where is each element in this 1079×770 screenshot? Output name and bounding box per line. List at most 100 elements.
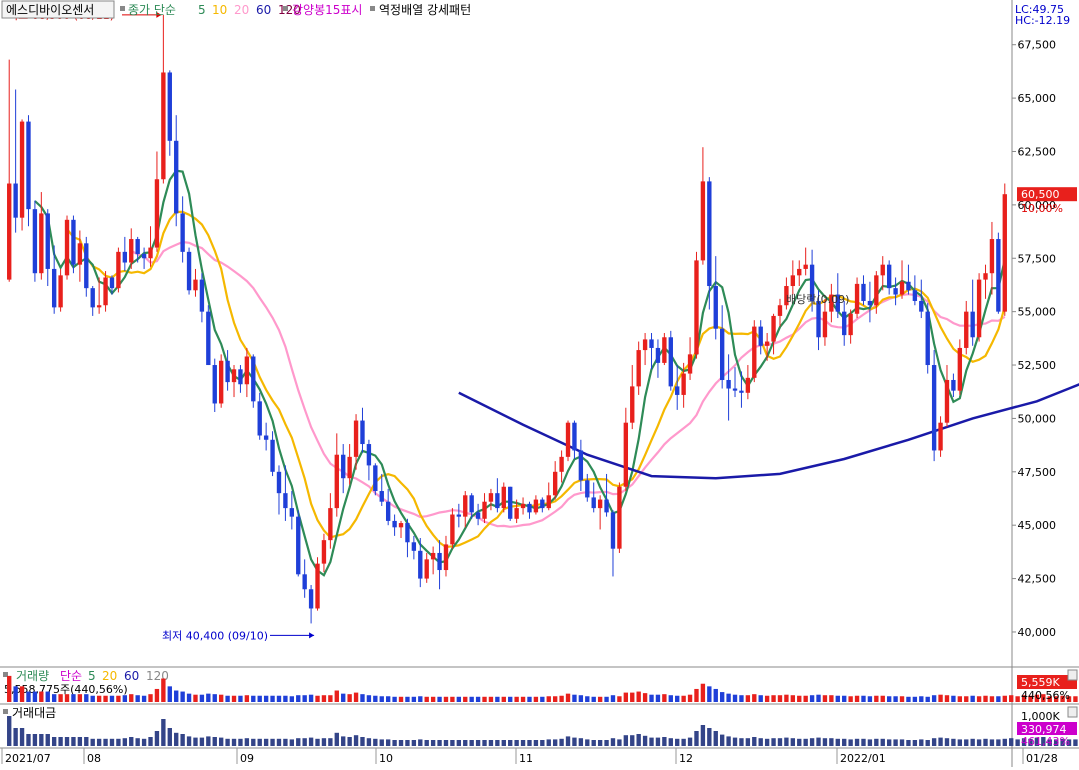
- price-tick-label: 52,500: [1018, 359, 1057, 372]
- candle-body: [71, 219, 76, 265]
- candle-body: [630, 386, 635, 423]
- amount-bar: [39, 734, 44, 746]
- volume-bar: [700, 683, 706, 702]
- volume-bar: [835, 695, 840, 702]
- volume-bar: [777, 695, 783, 702]
- volume-bar: [392, 696, 397, 702]
- volume-bar: [321, 695, 327, 702]
- amount-bar: [437, 740, 442, 746]
- candle-body: [726, 379, 731, 389]
- volume-bar: [983, 695, 988, 702]
- candle-body: [572, 422, 577, 451]
- candle-body: [533, 499, 539, 513]
- amount-panel-toggle[interactable]: [1067, 706, 1078, 718]
- amount-bar: [604, 740, 609, 746]
- volume-bar: [797, 695, 802, 702]
- volume-bar: [662, 694, 667, 702]
- candle-body: [385, 501, 391, 521]
- candle-body: [668, 337, 673, 387]
- amount-bar: [488, 740, 494, 746]
- amount-bar: [938, 737, 943, 746]
- volume-bar: [951, 695, 956, 702]
- volume-bar: [726, 693, 731, 702]
- chart-svg: 67,50065,00062,50060,00057,50055,00052,5…: [0, 0, 1079, 767]
- amount-bar: [109, 738, 115, 746]
- volume-bar: [289, 696, 295, 702]
- volume-bar: [764, 695, 770, 702]
- volume-bar: [186, 693, 192, 702]
- amount-bar: [899, 739, 905, 746]
- volume-bar: [919, 696, 924, 702]
- amount-bar: [559, 738, 564, 746]
- volume-bar: [912, 696, 918, 702]
- volume-bar: [784, 694, 789, 702]
- amount-bar: [707, 728, 712, 746]
- amount-bar: [610, 738, 616, 746]
- volume-bar: [379, 696, 384, 702]
- stock-chart: 67,500 65,000 62,500 60,000 57,500 55,000 52,5…: [0, 0, 1079, 767]
- amount-bar: [174, 732, 179, 746]
- volume-bar: [989, 696, 995, 702]
- amount-bar: [167, 728, 172, 746]
- candle-body: [694, 260, 699, 355]
- candle-body: [610, 512, 616, 549]
- candle-body: [707, 181, 712, 287]
- low-annotation: 최저 40,400 (09/10): [162, 629, 268, 642]
- amount-bar: [373, 738, 378, 746]
- amount-bar: [495, 740, 500, 746]
- volume-bar: [508, 696, 513, 702]
- amount-bar: [13, 728, 18, 746]
- volume-bar: [964, 696, 969, 702]
- amount-bar: [276, 738, 282, 746]
- amount-bar: [398, 740, 404, 746]
- candle-body: [520, 503, 526, 509]
- candle-body: [732, 388, 738, 391]
- volume-bar: [347, 694, 352, 702]
- ma-period-label: 60: [256, 3, 271, 17]
- candle-body: [302, 574, 307, 590]
- candle-body: [867, 300, 873, 306]
- amount-bar: [630, 735, 635, 746]
- price-tick-label: 55,000: [1018, 306, 1057, 319]
- volume-bar: [373, 695, 378, 702]
- price-tick-label: 65,000: [1018, 92, 1057, 105]
- volume-bar: [976, 696, 982, 702]
- candle-body: [899, 281, 905, 295]
- price-ma-label: 종가 단순: [128, 3, 176, 17]
- candle-body: [912, 290, 918, 301]
- amount-bar: [726, 736, 731, 746]
- candle-body: [45, 213, 50, 269]
- volume-bar: [283, 695, 288, 702]
- amount-bar: [263, 738, 269, 746]
- candle-body: [276, 471, 282, 494]
- amount-bar: [758, 738, 763, 746]
- volume-bar: [475, 696, 481, 702]
- volume-bar: [540, 696, 545, 702]
- candle-body: [906, 281, 911, 291]
- candle-body: [64, 219, 70, 276]
- amount-bar: [816, 737, 821, 746]
- candle-body: [1002, 194, 1007, 312]
- volume-bar: [552, 696, 558, 702]
- volume-bar: [77, 694, 83, 702]
- price-tick-label: 57,500: [1018, 252, 1057, 265]
- volume-panel-toggle[interactable]: [1067, 669, 1078, 681]
- candle-body: [19, 121, 25, 218]
- candle-body: [129, 239, 134, 263]
- volume-bar: [39, 691, 44, 702]
- amount-bar: [116, 738, 121, 746]
- amount-bar: [289, 739, 295, 746]
- amount-bar: [732, 737, 738, 746]
- volume-bar: [58, 694, 63, 702]
- candle-body: [321, 540, 327, 564]
- candle-body: [655, 347, 661, 363]
- volume-bar: [116, 695, 121, 702]
- amount-bar: [713, 731, 718, 746]
- volume-bar: [675, 695, 680, 702]
- candle-body: [822, 311, 828, 338]
- amount-bar: [103, 738, 108, 746]
- volume-bar: [238, 695, 243, 702]
- amount-bar: [7, 716, 12, 746]
- volume-bar: [655, 694, 661, 702]
- volume-bar: [90, 695, 95, 702]
